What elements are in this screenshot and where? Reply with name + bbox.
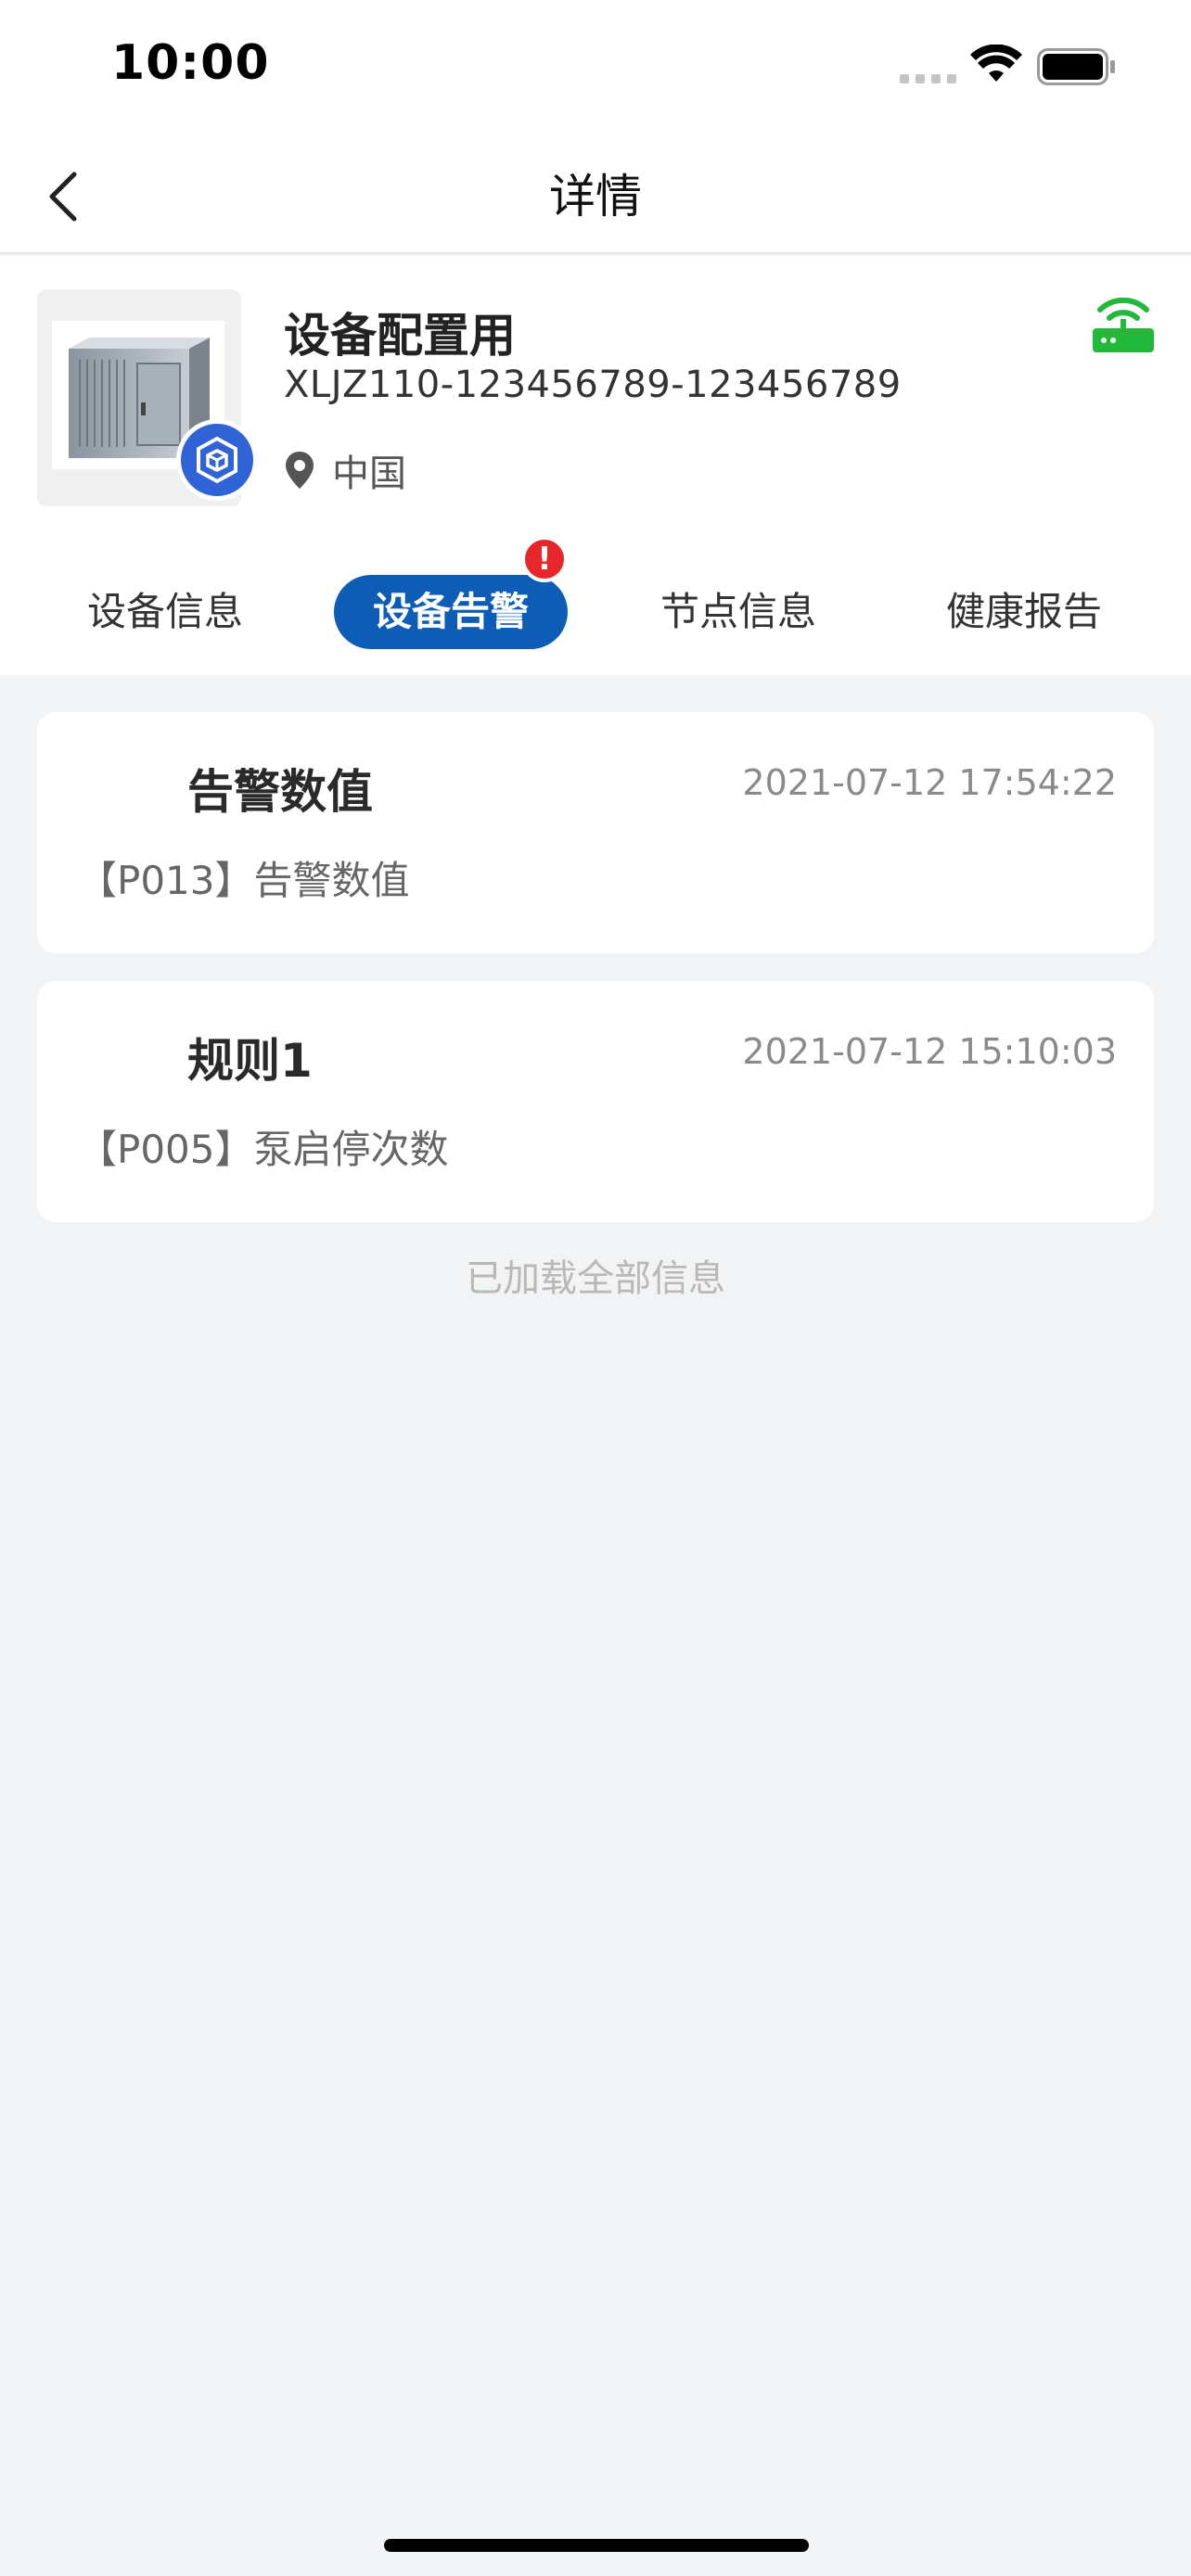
nav-bar: 详情 bbox=[0, 139, 1191, 254]
tab-device-info[interactable]: 设备信息 bbox=[74, 575, 256, 649]
page-title: 详情 bbox=[549, 170, 642, 223]
alarm-time: 2021-07-12 17:54:22 bbox=[742, 762, 1117, 803]
location-pin-icon bbox=[286, 452, 314, 489]
battery-icon bbox=[1037, 48, 1115, 85]
app-screen: 10:00 详情 设备配置用 XLJZ110-123456789-1234567… bbox=[0, 0, 1191, 2576]
brand-logo-icon bbox=[176, 419, 258, 501]
alarm-card[interactable]: 告警数值 2021-07-12 17:54:22 【P013】告警数值 bbox=[37, 712, 1154, 953]
tab-node-info[interactable]: 节点信息 bbox=[647, 575, 829, 649]
device-header: 设备配置用 XLJZ110-123456789-123456789 中国 设备信… bbox=[0, 256, 1191, 675]
cellular-signal-icon bbox=[900, 74, 957, 83]
all-loaded-note: 已加载全部信息 bbox=[466, 1257, 725, 1300]
alert-badge-icon: ! bbox=[521, 536, 568, 582]
alarm-title: 告警数值 bbox=[187, 765, 373, 819]
alarm-list: 告警数值 2021-07-12 17:54:22 【P013】告警数值 规则1 … bbox=[37, 712, 1154, 1250]
alarm-description: 【P013】告警数值 bbox=[78, 858, 410, 903]
router-online-icon bbox=[1093, 297, 1154, 352]
tab-device-alarms[interactable]: 设备告警 bbox=[334, 575, 568, 649]
alarm-description: 【P005】泵启停次数 bbox=[78, 1127, 449, 1172]
alarm-card[interactable]: 规则1 2021-07-12 15:10:03 【P005】泵启停次数 bbox=[37, 981, 1154, 1222]
device-image[interactable] bbox=[37, 289, 258, 506]
device-location: 中国 bbox=[284, 443, 406, 497]
tab-bar: 设备信息 设备告警 ! 节点信息 健康报告 bbox=[0, 536, 1191, 655]
wifi-icon bbox=[970, 45, 1022, 82]
device-serial: XLJZ110-123456789-123456789 bbox=[284, 363, 902, 406]
device-name: 设备配置用 bbox=[284, 309, 516, 363]
location-text: 中国 bbox=[332, 453, 406, 495]
home-indicator[interactable] bbox=[384, 2539, 809, 2552]
status-time: 10:00 bbox=[111, 35, 270, 91]
alarm-title: 规则1 bbox=[187, 1034, 313, 1088]
alarm-time: 2021-07-12 15:10:03 bbox=[742, 1031, 1117, 1072]
tab-health-report[interactable]: 健康报告 bbox=[931, 575, 1117, 649]
status-bar: 10:00 bbox=[0, 0, 1191, 139]
